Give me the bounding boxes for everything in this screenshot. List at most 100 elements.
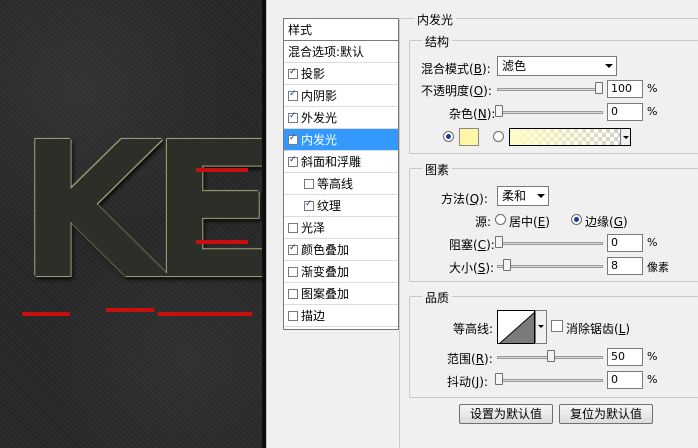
contour-preview[interactable] [497, 310, 535, 344]
style-enable-checkbox[interactable] [288, 266, 298, 277]
style-enable-checkbox[interactable] [288, 310, 298, 321]
styles-list-item[interactable]: 等高线 [284, 173, 398, 195]
technique-label: 方法(Q): [441, 192, 488, 206]
styles-list-item-label: 描边 [301, 309, 326, 323]
red-line-e-top [196, 168, 248, 172]
chevron-down-icon [605, 64, 613, 68]
style-enable-checkbox[interactable] [288, 111, 298, 123]
styles-list-item[interactable]: 纹理 [284, 195, 398, 217]
choke-slider[interactable] [497, 242, 603, 245]
make-default-button[interactable]: 设置为默认值 [459, 404, 553, 424]
glow-color-swatch[interactable] [459, 128, 479, 146]
technique-select[interactable]: 柔和 [497, 186, 549, 206]
styles-list-item[interactable]: 外发光 [284, 107, 398, 129]
structure-title: 结构 [422, 33, 453, 50]
styles-list-item-label: 投影 [301, 67, 326, 81]
jitter-input[interactable]: 0 [607, 371, 643, 389]
styles-list-item[interactable]: 内阴影 [284, 85, 398, 107]
opacity-slider-thumb[interactable] [595, 82, 603, 94]
range-slider-thumb[interactable] [547, 350, 555, 362]
styles-list-item-label: 渐变叠加 [301, 265, 350, 279]
size-label: 大小(S): [449, 261, 495, 275]
red-underline-k [22, 312, 70, 316]
canvas-preview: KE [0, 0, 266, 448]
styles-list: 样式混合选项:默认投影内阴影外发光内发光斜面和浮雕等高线纹理光泽颜色叠加渐变叠加… [283, 18, 399, 330]
inner-glow-title: 内发光 [414, 11, 457, 28]
jitter-label: 抖动(J): [447, 375, 488, 389]
styles-list-item-label: 纹理 [317, 199, 342, 213]
style-enable-checkbox[interactable] [288, 133, 298, 145]
noise-unit: % [647, 105, 658, 118]
opacity-unit: % [647, 82, 658, 95]
style-enable-checkbox[interactable] [288, 288, 298, 299]
source-label: 源: [475, 215, 492, 229]
styles-list-item-label: 等高线 [317, 177, 354, 191]
style-enable-checkbox[interactable] [304, 178, 314, 189]
styles-list-item[interactable]: 描边 [284, 305, 398, 327]
red-underline-k2 [106, 308, 154, 312]
style-enable-checkbox[interactable] [288, 243, 298, 255]
source-center-radio[interactable] [495, 214, 506, 225]
choke-unit: % [647, 236, 658, 249]
range-input[interactable]: 50 [607, 348, 643, 366]
styles-list-item-label: 图案叠加 [301, 287, 350, 301]
quality-title: 品质 [422, 289, 453, 306]
gradient-dropdown-icon[interactable] [620, 129, 630, 145]
styles-list-item-label: 光泽 [301, 221, 326, 235]
size-unit: 像素 [647, 261, 669, 274]
styles-list-item-label: 内发光 [301, 133, 338, 147]
styles-list-item-label: 颜色叠加 [301, 243, 350, 257]
red-line-e-mid [196, 240, 248, 244]
styles-list-item[interactable]: 图案叠加 [284, 283, 398, 305]
noise-label: 杂色(N): [449, 107, 496, 121]
styles-list-item[interactable]: 渐变叠加 [284, 261, 398, 283]
styles-list-item-label: 外发光 [301, 111, 338, 125]
styles-list-item-label: 内阴影 [301, 89, 338, 103]
reset-default-button[interactable]: 复位为默认值 [559, 404, 653, 424]
source-center-label: 居中(E) [509, 215, 550, 229]
gradient-radio[interactable] [493, 131, 504, 142]
styles-list-item[interactable]: 光泽 [284, 217, 398, 239]
range-unit: % [647, 350, 658, 363]
opacity-input[interactable]: 100 [607, 80, 643, 98]
canvas-artwork-text: KE [18, 102, 266, 321]
styles-list-item[interactable]: 投影 [284, 63, 398, 85]
styles-list-item-label: 混合选项:默认 [288, 45, 365, 59]
size-input[interactable]: 8 [607, 257, 643, 275]
styles-list-item[interactable]: 颜色叠加 [284, 239, 398, 261]
chevron-down-icon [537, 194, 545, 198]
styles-list-item[interactable]: 混合选项:默认 [284, 41, 398, 63]
noise-slider-thumb[interactable] [495, 105, 503, 117]
jitter-slider-thumb[interactable] [495, 373, 503, 385]
style-enable-checkbox[interactable] [288, 222, 298, 233]
blend-mode-label: 混合模式(B): [421, 62, 491, 76]
range-label: 范围(R): [447, 352, 493, 366]
choke-slider-thumb[interactable] [495, 236, 503, 248]
styles-list-header: 样式 [284, 19, 398, 41]
solid-color-radio[interactable] [443, 131, 454, 142]
style-enable-checkbox[interactable] [304, 199, 314, 211]
size-slider[interactable] [497, 265, 603, 268]
blend-mode-select[interactable]: 滤色 [497, 56, 617, 76]
antialias-checkbox[interactable] [551, 320, 563, 332]
styles-list-item[interactable]: 斜面和浮雕 [284, 151, 398, 173]
style-enable-checkbox[interactable] [288, 155, 298, 167]
layer-style-dialog: 样式混合选项:默认投影内阴影外发光内发光斜面和浮雕等高线纹理光泽颜色叠加渐变叠加… [266, 0, 698, 448]
antialias-label: 消除锯齿(L) [566, 322, 631, 336]
source-edge-label: 边缘(G) [585, 215, 628, 229]
jitter-unit: % [647, 373, 658, 386]
noise-slider[interactable] [497, 111, 603, 114]
jitter-slider[interactable] [497, 379, 603, 382]
style-enable-checkbox[interactable] [288, 89, 298, 101]
source-edge-radio[interactable] [571, 214, 582, 225]
contour-dropdown-button[interactable] [535, 310, 547, 344]
red-underline-e [158, 312, 252, 316]
style-enable-checkbox[interactable] [288, 67, 298, 79]
choke-input[interactable]: 0 [607, 234, 643, 252]
noise-input[interactable]: 0 [607, 103, 643, 121]
opacity-slider[interactable] [497, 88, 603, 91]
glow-gradient-picker[interactable] [509, 128, 631, 146]
contour-curve-icon [499, 312, 534, 343]
size-slider-thumb[interactable] [503, 259, 511, 271]
styles-list-item[interactable]: 内发光 [284, 129, 398, 151]
